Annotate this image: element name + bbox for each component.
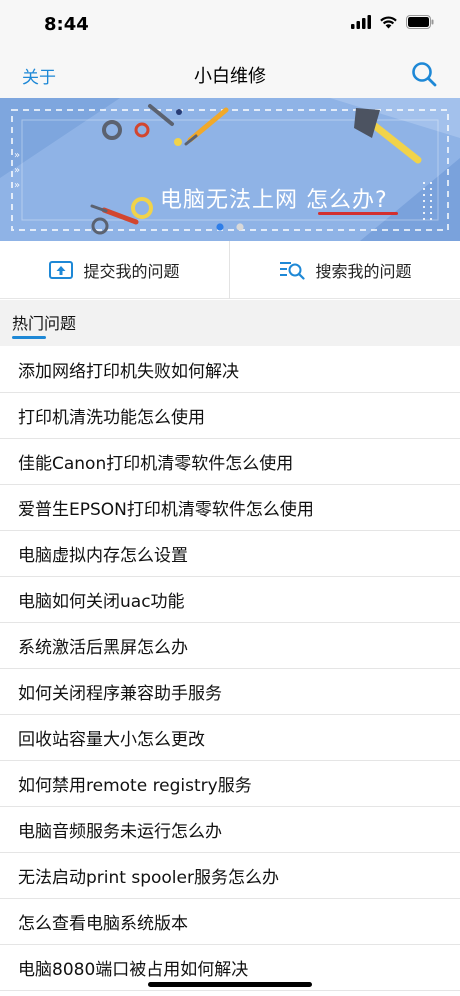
battery-icon xyxy=(406,15,434,29)
upload-icon xyxy=(49,261,74,279)
list-item[interactable]: 无法启动print spooler服务怎么办 xyxy=(0,853,460,899)
search-question-button[interactable]: 搜索我的问题 xyxy=(231,241,460,299)
hot-question-list: 添加网络打印机失败如何解决 打印机清洗功能怎么使用 佳能Canon打印机清零软件… xyxy=(0,347,460,991)
svg-text:»: » xyxy=(14,150,20,161)
section-title: 热门问题 xyxy=(12,314,77,333)
promo-banner[interactable]: » » » 电脑无法上网 怎么办? xyxy=(0,98,460,241)
wifi-icon xyxy=(380,16,397,29)
list-item[interactable]: 系统激活后黑屏怎么办 xyxy=(0,623,460,669)
banner-text-highlight: 怎么办 xyxy=(306,188,376,213)
svg-text:»: » xyxy=(14,180,20,191)
status-time: 8:44 xyxy=(44,14,89,35)
list-item[interactable]: 电脑如何关闭uac功能 xyxy=(0,577,460,623)
search-question-label: 搜索我的问题 xyxy=(315,262,412,281)
banner-text-question-mark: ? xyxy=(375,188,388,213)
banner-headline: 电脑无法上网 怎么办? xyxy=(160,182,388,214)
action-row: 提交我的问题 搜索我的问题 xyxy=(0,241,460,299)
list-search-icon xyxy=(280,262,306,280)
home-indicator[interactable] xyxy=(148,982,312,987)
section-header: 热门问题 xyxy=(0,300,460,346)
action-divider xyxy=(229,241,230,299)
navigation-bar: 小白维修 关于 xyxy=(0,50,460,98)
list-item[interactable]: 打印机清洗功能怎么使用 xyxy=(0,393,460,439)
list-item[interactable]: 如何禁用remote registry服务 xyxy=(0,761,460,807)
list-item[interactable]: 佳能Canon打印机清零软件怎么使用 xyxy=(0,439,460,485)
list-item[interactable]: 添加网络打印机失败如何解决 xyxy=(0,347,460,393)
page-title: 小白维修 xyxy=(194,66,266,87)
list-item[interactable]: 怎么查看电脑系统版本 xyxy=(0,899,460,945)
search-icon[interactable] xyxy=(410,60,438,88)
list-item[interactable]: 爱普生EPSON打印机清零软件怎么使用 xyxy=(0,485,460,531)
list-item[interactable]: 如何关闭程序兼容助手服务 xyxy=(0,669,460,715)
list-item[interactable]: 电脑虚拟内存怎么设置 xyxy=(0,531,460,577)
about-button[interactable]: 关于 xyxy=(22,63,56,88)
status-icons xyxy=(351,15,434,29)
list-item[interactable]: 电脑音频服务未运行怎么办 xyxy=(0,807,460,853)
list-item[interactable]: 回收站容量大小怎么更改 xyxy=(0,715,460,761)
submit-question-button[interactable]: 提交我的问题 xyxy=(0,241,229,299)
status-bar: 8:44 xyxy=(0,0,460,50)
signal-icon xyxy=(351,15,371,29)
svg-text:»: » xyxy=(14,165,20,176)
section-underline xyxy=(12,336,46,339)
banner-illustration: » » » xyxy=(0,98,460,241)
banner-text-main: 电脑无法上网 xyxy=(160,188,306,213)
submit-question-label: 提交我的问题 xyxy=(83,262,180,281)
